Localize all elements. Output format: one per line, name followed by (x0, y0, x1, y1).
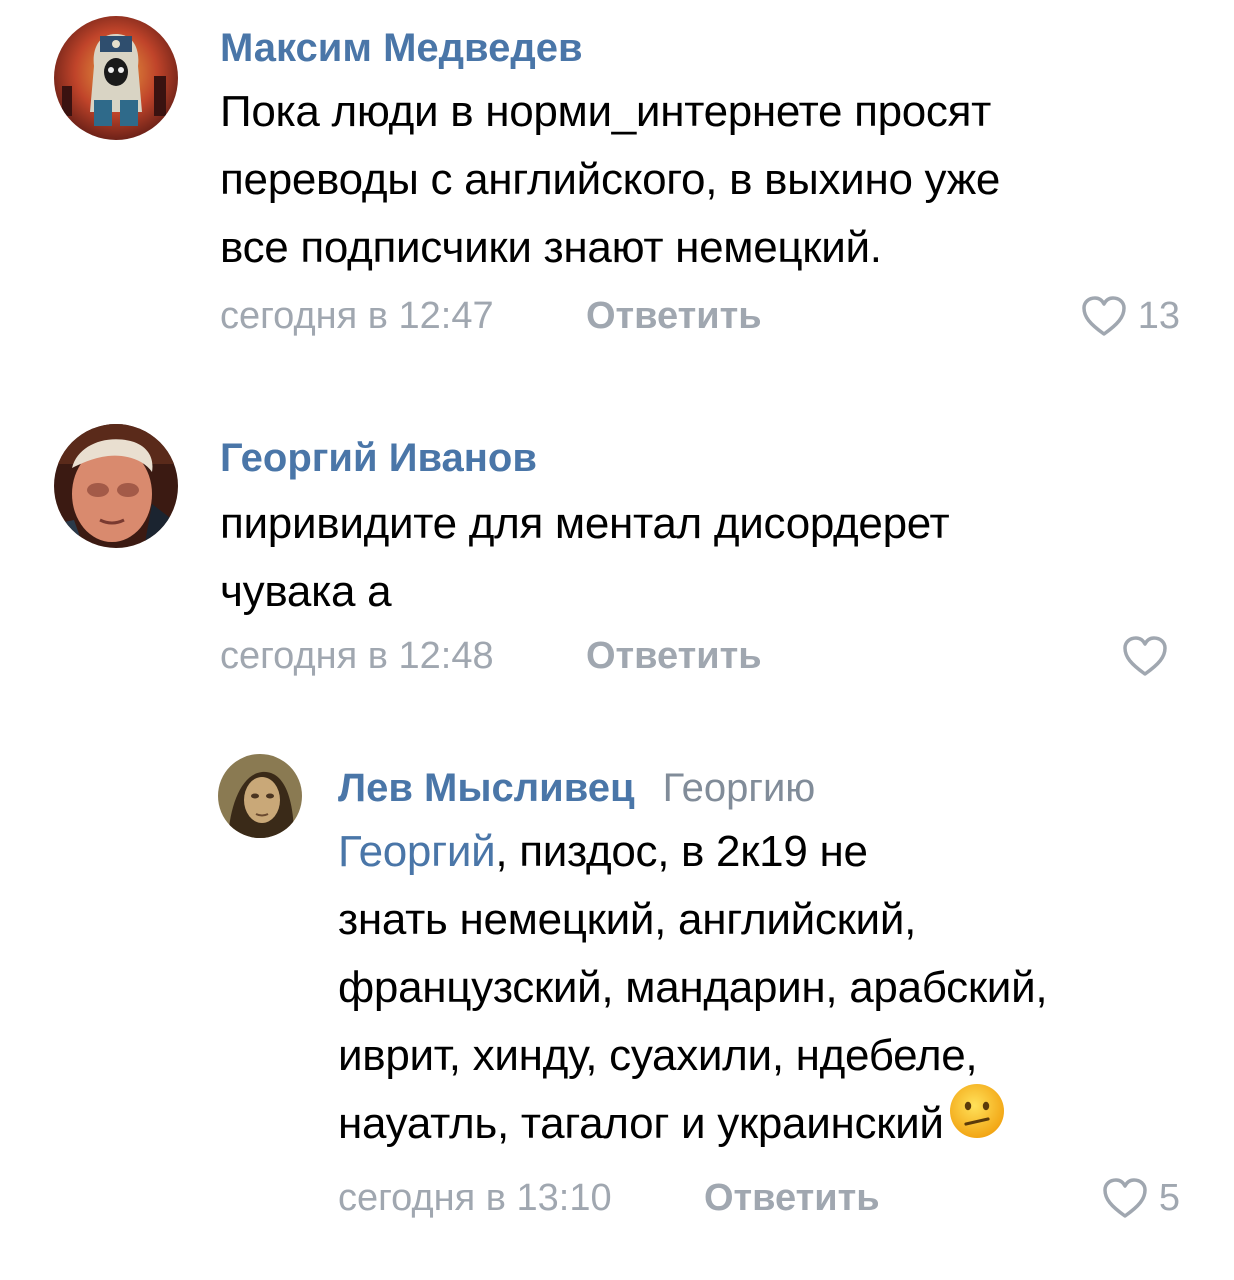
text-line: Пока люди в норми_интернете просят (220, 87, 992, 136)
confused-face-icon (948, 1082, 1006, 1160)
comment-timestamp: сегодня в 12:47 (220, 295, 494, 337)
text-line: иврит, хинду, суахили, ндебеле, (338, 1031, 978, 1080)
avatar[interactable] (54, 16, 178, 140)
avatar[interactable] (54, 424, 178, 548)
text-line: знать немецкий, английский, (338, 895, 917, 944)
comment-3: Лев Мысливец Георгию Георгий, пиздос, в 2… (0, 740, 1234, 1260)
comment-text: Георгий, пиздос, в 2к19 не знать немецки… (338, 818, 1208, 1160)
comment-author: Лев Мысливец Георгию (338, 764, 815, 812)
comment-author[interactable]: Максим Медведев (220, 24, 583, 72)
text-fragment: , пиздос, в 2к19 не (495, 827, 868, 876)
like-button[interactable]: 5 (1060, 1174, 1180, 1222)
text-line: науатль, тагалог и украинский (338, 1084, 1208, 1160)
comment-timestamp: сегодня в 12:48 (220, 635, 494, 677)
comment-2: Георгий Иванов пиривидите для ментал дис… (0, 400, 1234, 700)
man-portrait-icon (54, 424, 178, 548)
heart-icon (1123, 636, 1167, 676)
comment-text: пиривидите для ментал дисордерет чувака … (220, 490, 1200, 626)
like-button[interactable] (1100, 632, 1180, 680)
comment-author[interactable]: Георгий Иванов (220, 434, 537, 482)
author-name[interactable]: Лев Мысливец (338, 766, 635, 810)
text-line: все подписчики знают немецкий. (220, 223, 882, 272)
reply-button[interactable]: Ответить (586, 292, 762, 340)
text-line: Георгий, пиздос, в 2к19 не (338, 818, 1208, 886)
heart-icon (1103, 1178, 1147, 1218)
mention-link[interactable]: Георгий (338, 827, 496, 876)
hooded-figure-icon (54, 16, 178, 140)
text-line: переводы с английского, в выхино уже (220, 155, 1001, 204)
text-fragment: науатль, тагалог и украинский (338, 1099, 944, 1148)
text-line: пиривидите для ментал дисордерет (220, 499, 950, 548)
reply-button[interactable]: Ответить (704, 1174, 880, 1222)
like-count: 5 (1158, 1177, 1180, 1219)
text-line: чувака а (220, 567, 392, 616)
like-button[interactable]: 13 (1050, 292, 1180, 340)
comment-text: Пока люди в норми_интернете просят перев… (220, 78, 1200, 282)
heart-icon (1081, 296, 1126, 336)
avatar[interactable] (218, 754, 302, 838)
comment-1: Максим Медведев Пока люди в норми_интерн… (0, 0, 1234, 360)
reply-button[interactable]: Ответить (586, 632, 762, 680)
text-line: французский, мандарин, арабский, (338, 963, 1048, 1012)
like-count: 13 (1137, 295, 1180, 337)
comment-timestamp: сегодня в 13:10 (338, 1177, 612, 1219)
reply-to-label[interactable]: Георгию (663, 766, 816, 810)
painted-portrait-icon (218, 754, 302, 838)
